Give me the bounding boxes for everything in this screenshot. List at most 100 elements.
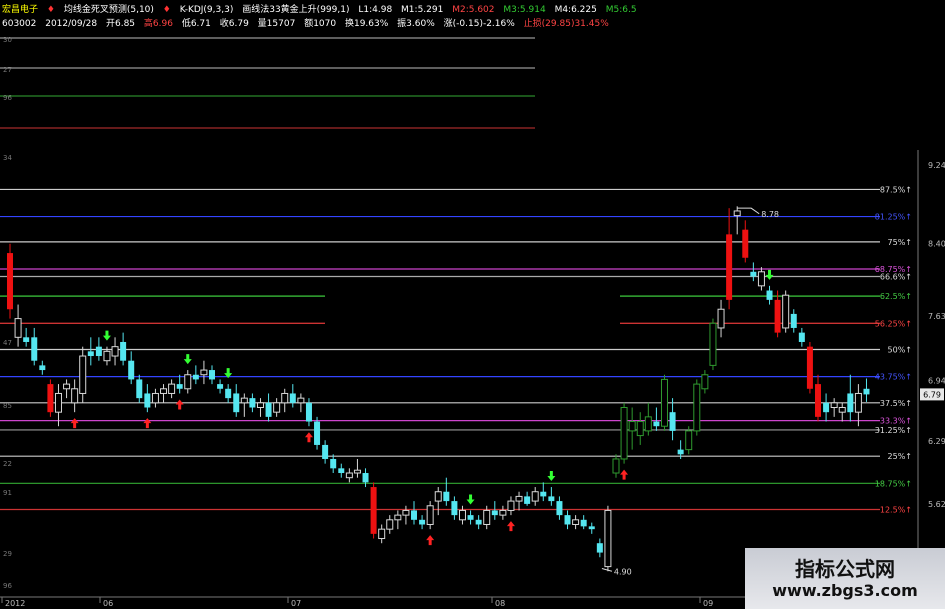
candle-body [604, 509, 612, 568]
candle-body [419, 519, 426, 525]
price-axis-label: 6.94 [928, 376, 945, 385]
buy-signal-arrow-icon [426, 535, 435, 546]
candle-body [136, 379, 143, 399]
candle-body [636, 421, 644, 437]
candle-body [475, 519, 482, 525]
time-axis-label: 06 [103, 599, 113, 608]
candle-body [483, 509, 491, 525]
candle-body [200, 369, 208, 376]
candle-body [345, 472, 353, 479]
m2-value: M2:5.602 [452, 5, 495, 15]
left-axis-label: 30 [3, 36, 12, 44]
left-axis-label: 29 [3, 550, 12, 558]
m4-value: M4:6.225 [554, 5, 597, 15]
candle-body [628, 421, 636, 432]
left-axis-label: 22 [3, 460, 12, 468]
sell-signal-arrow-icon [102, 330, 111, 341]
candle-body [160, 388, 168, 394]
buy-signal-arrow-icon [175, 399, 184, 410]
fib-level-label: 25%↑ [888, 452, 912, 461]
price-axis-label: 5.62 [928, 500, 945, 509]
candle-body [701, 374, 709, 390]
left-axis-label: 91 [3, 489, 12, 497]
candle-body [168, 383, 176, 394]
time-axis-label: 2012 [5, 599, 25, 608]
candle-body [750, 271, 757, 277]
buy-signal-arrow-icon [143, 418, 152, 429]
candle-body [838, 407, 846, 413]
watermark-url: www.zbgs3.com [772, 581, 918, 600]
kdj-label[interactable]: K-KDJ(9,3,3) [180, 5, 234, 15]
sell-signal-arrow-icon [466, 494, 475, 505]
line-method-label[interactable]: 画线法33黄金上升(999,1) [242, 5, 349, 15]
kdj-marker-icon: ♦ [162, 5, 171, 15]
candle-body [256, 402, 264, 409]
amount: 额1070 [304, 19, 337, 29]
price-axis-label: 8.40 [928, 240, 945, 249]
candle-body [726, 234, 733, 300]
candle-body [378, 528, 386, 540]
left-axis-label: 85 [3, 402, 12, 410]
turnover: 换19.63% [344, 19, 389, 29]
candle-body [709, 322, 717, 366]
candle-body [95, 346, 102, 357]
candle-body [411, 510, 417, 520]
indicator-marker-icon: ♦ [46, 5, 55, 15]
candle-body [233, 393, 240, 413]
candle-body [644, 416, 652, 432]
buy-signal-arrow-icon [70, 418, 79, 429]
chart-header-line1: 宏昌电子 ♦ 均线金死叉预测(5,10) ♦ K-KDJ(9,3,3) 画线法3… [2, 2, 643, 15]
candle-body [823, 402, 830, 413]
sell-signal-arrow-icon [547, 471, 556, 482]
m3-value: M3:5.914 [503, 5, 546, 15]
candle-body [830, 402, 838, 409]
buy-signal-arrow-icon [620, 469, 629, 480]
candle-body [863, 388, 870, 395]
candle-body [7, 253, 13, 310]
stock-name[interactable]: 宏昌电子 [2, 5, 38, 15]
candle-body [757, 271, 765, 287]
candle-body [507, 500, 515, 511]
l1-value: L1:4.98 [358, 5, 393, 15]
watermark-title: 指标公式网 [795, 557, 895, 581]
candle-body [71, 388, 79, 404]
fib-level-label: 50%↑ [888, 345, 912, 354]
stock-code: 603002 [2, 19, 37, 29]
candle-body [612, 458, 620, 474]
left-axis-label: 47 [3, 339, 12, 347]
candle-body [443, 491, 450, 502]
candle-body [103, 350, 111, 362]
candle-body [14, 318, 22, 338]
buy-signal-arrow-icon [506, 521, 515, 532]
candle-body [742, 229, 749, 258]
fib-level-label: 87.5%↑ [880, 185, 912, 194]
candle-body [394, 514, 402, 521]
candle-body [806, 346, 813, 389]
candle-body [854, 392, 862, 413]
candle-body [847, 393, 854, 413]
indicator-name[interactable]: 均线金死叉预测(5,10) [64, 5, 154, 15]
fib-level-label: 56.25%↑ [875, 319, 912, 328]
candle-body [209, 370, 215, 380]
fib-level-label: 31.25%↑ [875, 426, 912, 435]
close-price: 收6.79 [219, 19, 249, 29]
low-price: 低6.71 [181, 19, 211, 29]
candle-body [499, 509, 507, 516]
candle-body [766, 290, 773, 300]
candle-body [176, 384, 183, 389]
candle-body [273, 402, 281, 413]
fib-level-label: 43.75%↑ [875, 373, 912, 382]
low-annotation: 4.90 [614, 567, 632, 576]
candle-body [564, 515, 571, 525]
candle-body [265, 402, 272, 417]
candle-body [790, 313, 797, 328]
candle-body [281, 392, 289, 404]
candle-body [353, 469, 361, 474]
candle-body [540, 491, 547, 497]
price-axis-label: 7.63 [928, 312, 945, 321]
candle-body [31, 337, 38, 361]
price-change: 涨(-0.15)-2.16% [443, 19, 515, 29]
candle-body [669, 412, 676, 431]
sell-signal-arrow-icon [765, 269, 774, 280]
price-axis-label: 6.29 [928, 437, 945, 446]
